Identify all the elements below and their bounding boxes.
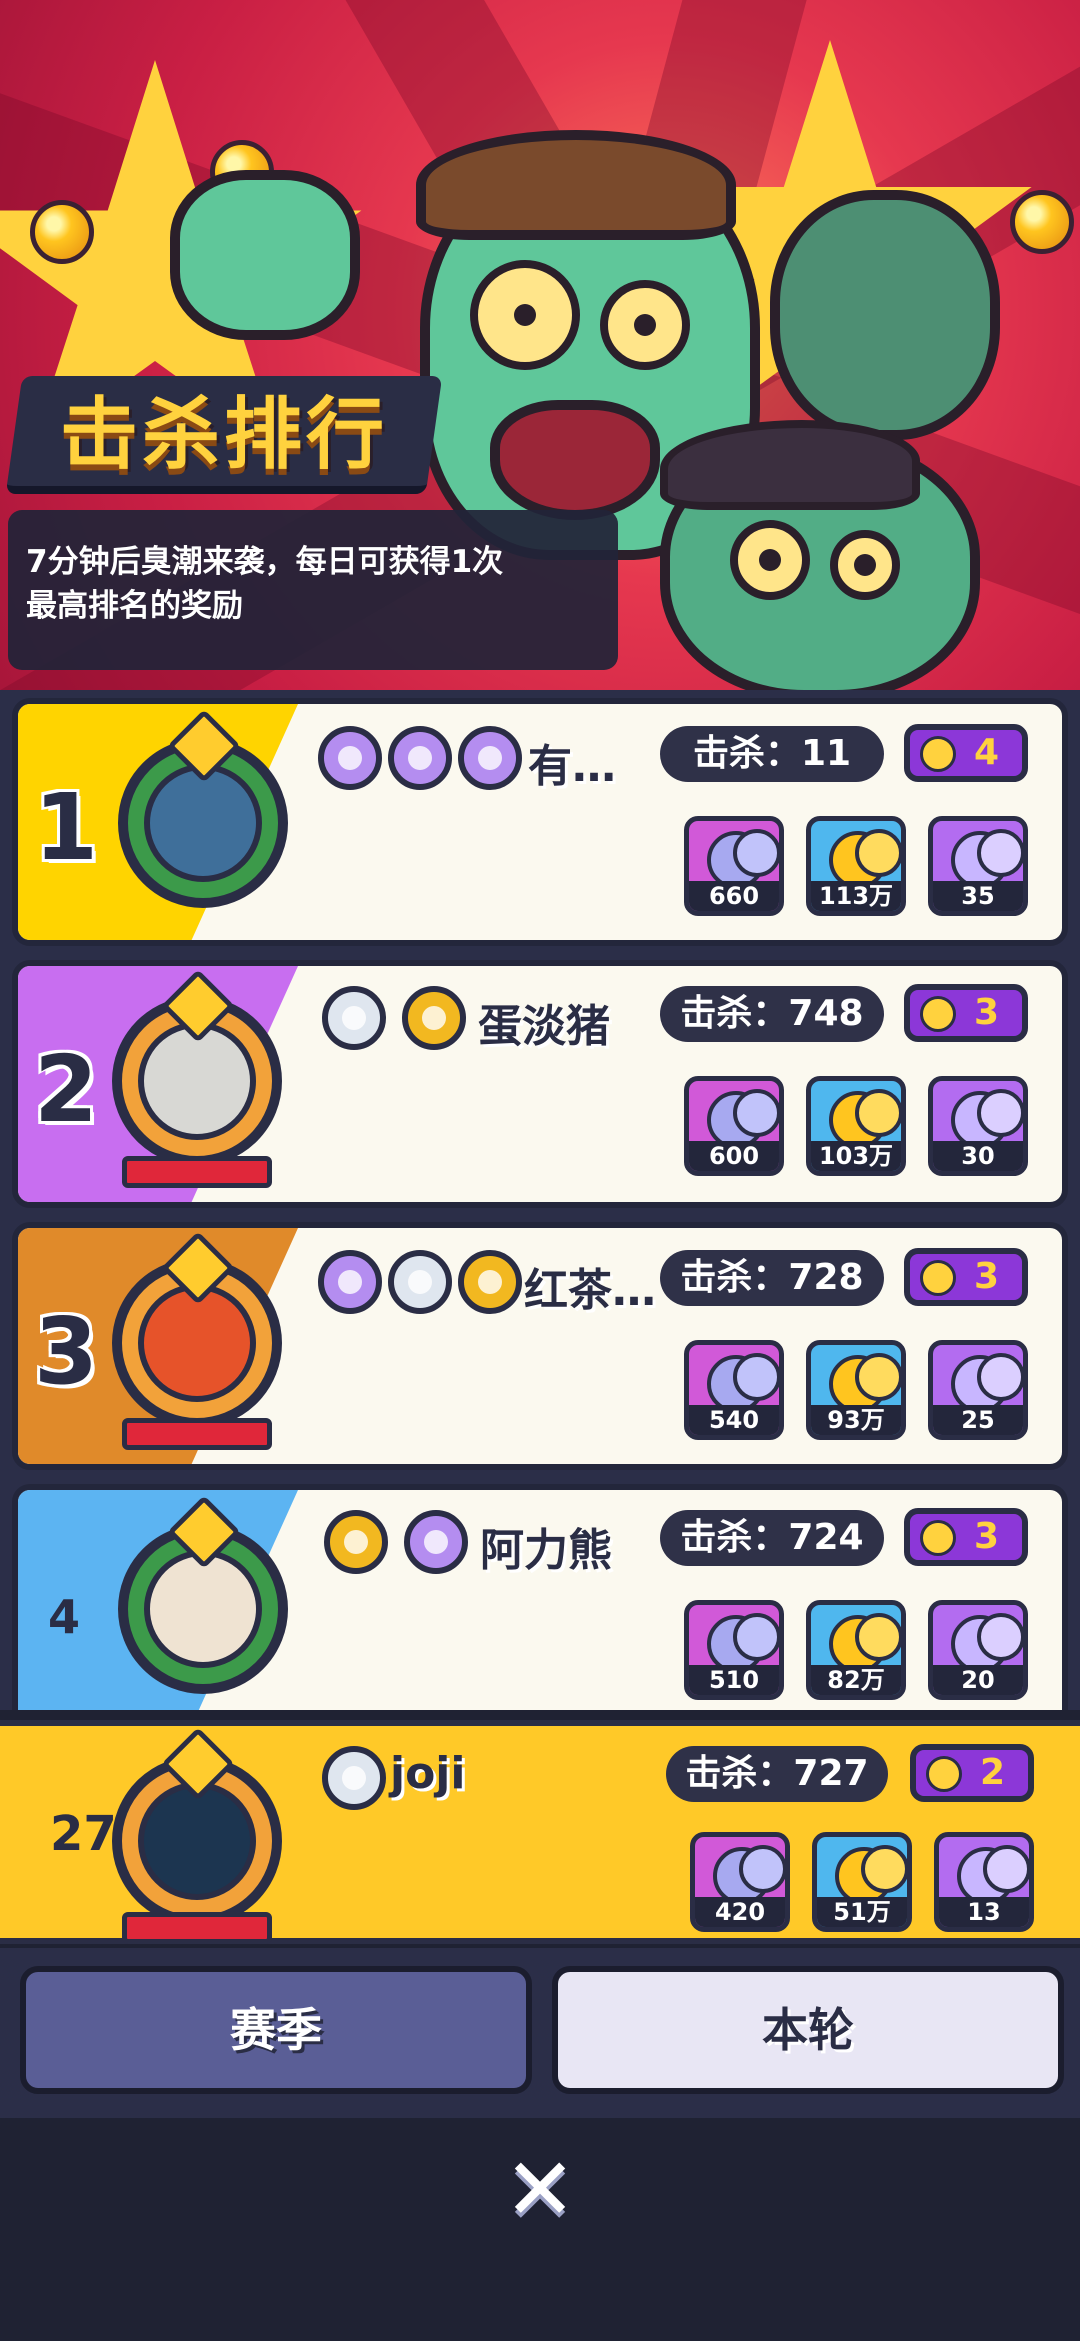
candy-icon [30,200,94,264]
rank-number: 2 [34,1036,99,1143]
tab-season[interactable]: 赛季 [20,1966,532,2094]
medal-icon [388,1250,452,1314]
score-value: 4 [974,732,1000,773]
description-line: 7分钟后臭潮来袭，每日可获得1次 [26,544,504,580]
description-line: 最高排名的奖励 [26,588,243,624]
medal-icon [322,986,386,1050]
reward-gem[interactable]: 540 [684,1340,784,1440]
player-name: 红茶… [524,1265,656,1316]
kill-count: 击杀：11 [660,726,884,782]
medal-icon [458,726,522,790]
avatar-image [144,764,262,882]
medal-icon [318,1250,382,1314]
medal-icon [324,1510,388,1574]
leaderboard-row[interactable]: 2 蛋淡猪 击杀：748 3 600 103万 30 [12,960,1068,1208]
reward-capsule[interactable]: 30 [928,1076,1028,1176]
reward-count: 51万 [817,1897,907,1927]
reward-gem[interactable]: 510 [684,1600,784,1700]
zombie-illustration [660,420,980,690]
reward-candy[interactable]: 103万 [806,1076,906,1176]
player-name: 有… [528,741,616,792]
reward-count: 93万 [811,1405,901,1435]
score-value: 3 [974,992,1000,1033]
event-banner: 击杀排行 7分钟后臭潮来袭，每日可获得1次 最高排名的奖励 [0,0,1080,690]
tab-round[interactable]: 本轮 [552,1966,1064,2094]
score-badge: 2 [910,1744,1034,1802]
score-badge: 4 [904,724,1028,782]
reward-capsule[interactable]: 35 [928,816,1028,916]
zombie-head-icon [920,1520,956,1556]
medal-icon [322,1746,386,1810]
reward-count: 25 [933,1405,1023,1435]
reward-count: 600 [689,1141,779,1171]
ribbon-decoration [122,1912,272,1944]
reward-candy[interactable]: 82万 [806,1600,906,1700]
reward-candy[interactable]: 51万 [812,1832,912,1932]
reward-count: 510 [689,1665,779,1695]
rank-number: 4 [48,1590,81,1644]
leaderboard-list[interactable]: 1 有… 击杀：11 4 660 113万 35 2 蛋淡猪 击杀：748 3 … [0,690,1080,1710]
avatar-image [138,1782,256,1900]
reward-count: 13 [939,1897,1029,1927]
score-value: 3 [974,1256,1000,1297]
ribbon-decoration [122,1156,272,1188]
leaderboard-row[interactable]: 3 红茶… 击杀：728 3 540 93万 25 [12,1222,1068,1470]
reward-count: 420 [695,1897,785,1927]
my-player-name: joji [390,1748,466,1799]
rank-number: 1 [34,774,99,881]
score-value: 2 [980,1752,1006,1793]
kill-count: 击杀：728 [660,1250,884,1306]
reward-count: 103万 [811,1141,901,1171]
reward-gem[interactable]: 660 [684,816,784,916]
medal-icon [404,1510,468,1574]
reward-count: 20 [933,1665,1023,1695]
page-title: 击杀排行 [60,390,389,480]
zombie-head-icon [920,996,956,1032]
kill-count: 击杀：748 [660,986,884,1042]
reward-count: 540 [689,1405,779,1435]
leaderboard-row[interactable]: 1 有… 击杀：11 4 660 113万 35 [12,698,1068,946]
reward-gem[interactable]: 600 [684,1076,784,1176]
zombie-head-icon [920,1260,956,1296]
my-kill-count: 击杀：727 [666,1746,888,1802]
score-badge: 3 [904,984,1028,1042]
candy-icon [1010,190,1074,254]
reward-gem[interactable]: 420 [690,1832,790,1932]
zombie-head-icon [926,1756,962,1792]
avatar-image [144,1550,262,1668]
player-name: 阿力熊 [480,1525,612,1576]
zombie-illustration [770,190,1000,440]
my-rank-number: 27 [50,1806,117,1862]
my-rank-row[interactable]: 27 joji 击杀：727 2 420 51万 13 [0,1720,1080,1944]
zombie-hand [170,170,360,340]
reward-count: 35 [933,881,1023,911]
reward-count: 82万 [811,1665,901,1695]
score-value: 3 [974,1516,1000,1557]
score-badge: 3 [904,1508,1028,1566]
player-name: 蛋淡猪 [478,1001,610,1052]
medal-icon [318,726,382,790]
reward-count: 660 [689,881,779,911]
description-box: 7分钟后臭潮来袭，每日可获得1次 最高排名的奖励 [8,510,618,670]
reward-capsule[interactable]: 13 [934,1832,1034,1932]
medal-icon [458,1250,522,1314]
reward-candy[interactable]: 113万 [806,816,906,916]
reward-count: 113万 [811,881,901,911]
reward-capsule[interactable]: 20 [928,1600,1028,1700]
reward-candy[interactable]: 93万 [806,1340,906,1440]
leaderboard-row[interactable]: 4 阿力熊 击杀：724 3 510 82万 20 [12,1484,1068,1710]
zombie-head-icon [920,736,956,772]
score-badge: 3 [904,1248,1028,1306]
medal-icon [388,726,452,790]
kill-count: 击杀：724 [660,1510,884,1566]
medal-icon [402,986,466,1050]
reward-count: 30 [933,1141,1023,1171]
reward-capsule[interactable]: 25 [928,1340,1028,1440]
rank-number: 3 [34,1298,99,1405]
close-icon[interactable]: ✕ [500,2147,580,2233]
ribbon-decoration [122,1418,272,1450]
tab-bar: 赛季 本轮 [0,1948,1080,2118]
